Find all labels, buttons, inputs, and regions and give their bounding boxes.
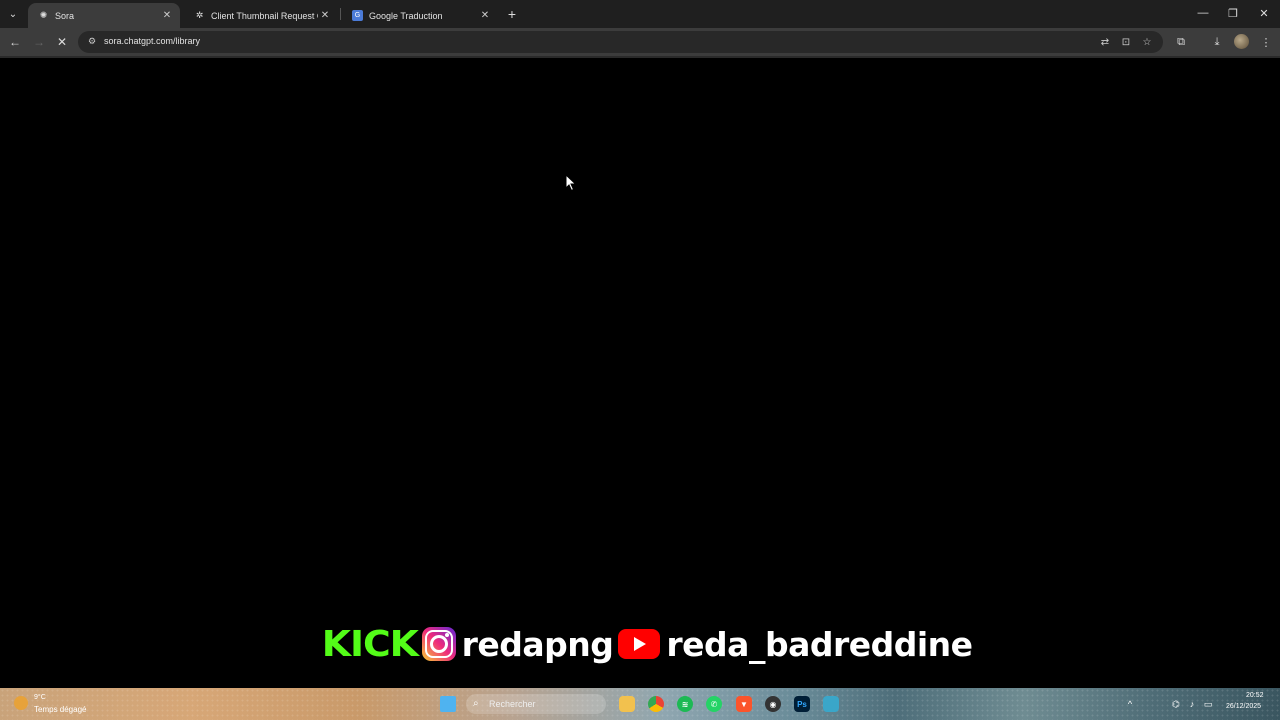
- battery-icon[interactable]: ▭: [1202, 698, 1214, 710]
- start-windows-icon[interactable]: [440, 696, 456, 712]
- volume-icon[interactable]: ♪: [1186, 698, 1198, 710]
- weather-description[interactable]: Temps dégagé: [34, 705, 86, 714]
- translate-page-icon[interactable]: ⇄: [1098, 35, 1112, 49]
- obs-icon[interactable]: ◉: [765, 696, 781, 712]
- clock-time[interactable]: 20:52: [1246, 692, 1264, 699]
- bookmark-star-icon[interactable]: ☆: [1140, 35, 1154, 49]
- extensions-puzzle-icon[interactable]: ⧉: [1172, 33, 1190, 51]
- tab-title: Client Thumbnail Request Clari: [211, 10, 318, 21]
- network-icon[interactable]: ⌬: [1170, 698, 1182, 710]
- downloads-icon[interactable]: ⤓: [1208, 33, 1226, 51]
- tab-search-chevron-icon[interactable]: ⌄: [4, 5, 22, 23]
- clock-date[interactable]: 26/12/2025: [1226, 703, 1261, 710]
- page-content: [0, 58, 1280, 688]
- weather-moon-icon[interactable]: [14, 696, 28, 710]
- chrome-icon[interactable]: [648, 696, 664, 712]
- tab-close-icon[interactable]: ✕: [478, 10, 492, 21]
- tab-title: Google Traduction: [369, 10, 443, 21]
- youtube-icon: [618, 629, 661, 659]
- taskbar: 9°C Temps dégagé ⌕ Rechercher ≋ ✆ ▼ ◉ Ps…: [0, 688, 1280, 720]
- google-translate-favicon-icon: G: [352, 10, 363, 21]
- new-tab-plus-icon[interactable]: +: [503, 5, 521, 23]
- kick-logo: KICK: [321, 623, 419, 665]
- sora-favicon-icon: ✺: [39, 10, 48, 20]
- site-info-icon[interactable]: ⚙: [86, 35, 98, 47]
- taskbar-search[interactable]: ⌕ Rechercher: [466, 694, 606, 714]
- photoshop-icon[interactable]: Ps: [794, 696, 810, 712]
- tab-sora[interactable]: ✺ Sora ✕: [28, 3, 180, 28]
- url-text: sora.chatgpt.com/library: [104, 36, 201, 46]
- install-app-icon[interactable]: ⊡: [1119, 35, 1133, 49]
- tab-client-thumbnail[interactable]: ✲ Client Thumbnail Request Clari ✕: [184, 3, 338, 28]
- mouse-cursor-icon: [565, 174, 577, 192]
- instagram-icon: [421, 627, 456, 661]
- brave-icon[interactable]: ▼: [736, 696, 752, 712]
- tab-strip: ⌄ ✺ Sora ✕ ✲ Client Thumbnail Request Cl…: [0, 0, 1280, 28]
- weather-temperature[interactable]: 9°C: [34, 694, 46, 701]
- search-placeholder: Rechercher: [489, 699, 536, 709]
- tab-separator: [340, 8, 341, 20]
- tab-close-icon[interactable]: ✕: [160, 10, 174, 21]
- menu-kebab-icon[interactable]: ⋮: [1257, 33, 1275, 51]
- back-arrow-icon[interactable]: ←: [6, 33, 24, 51]
- tab-close-icon[interactable]: ✕: [318, 10, 332, 21]
- spotify-icon[interactable]: ≋: [677, 696, 693, 712]
- profile-avatar[interactable]: [1234, 34, 1249, 49]
- search-icon: ⌕: [473, 698, 479, 709]
- youtube-handle: reda_badreddine: [666, 624, 973, 664]
- minimize-icon[interactable]: —: [1188, 4, 1218, 22]
- tab-google-traduction[interactable]: G Google Traduction ✕: [342, 3, 498, 28]
- file-explorer-icon[interactable]: [619, 696, 635, 712]
- tab-title: Sora: [55, 10, 75, 21]
- instagram-handle: redapng: [461, 624, 614, 664]
- social-handles-overlay: KICK redapng reda_badreddine: [321, 623, 973, 665]
- chatgpt-favicon-icon: ✲: [195, 10, 204, 20]
- browser-toolbar: ← → ✕ ⚙ sora.chatgpt.com/library ⇄ ⊡ ☆ ⧉…: [0, 28, 1280, 56]
- address-bar[interactable]: ⚙ sora.chatgpt.com/library ⇄ ⊡ ☆: [78, 31, 1163, 53]
- whatsapp-icon[interactable]: ✆: [706, 696, 722, 712]
- restore-icon[interactable]: ❐: [1218, 4, 1248, 22]
- app-icon[interactable]: [823, 696, 839, 712]
- close-window-icon[interactable]: ✕: [1249, 4, 1279, 22]
- tray-chevron-icon[interactable]: ^: [1124, 698, 1136, 710]
- forward-arrow-icon[interactable]: →: [30, 33, 48, 51]
- stop-loading-icon[interactable]: ✕: [53, 33, 71, 51]
